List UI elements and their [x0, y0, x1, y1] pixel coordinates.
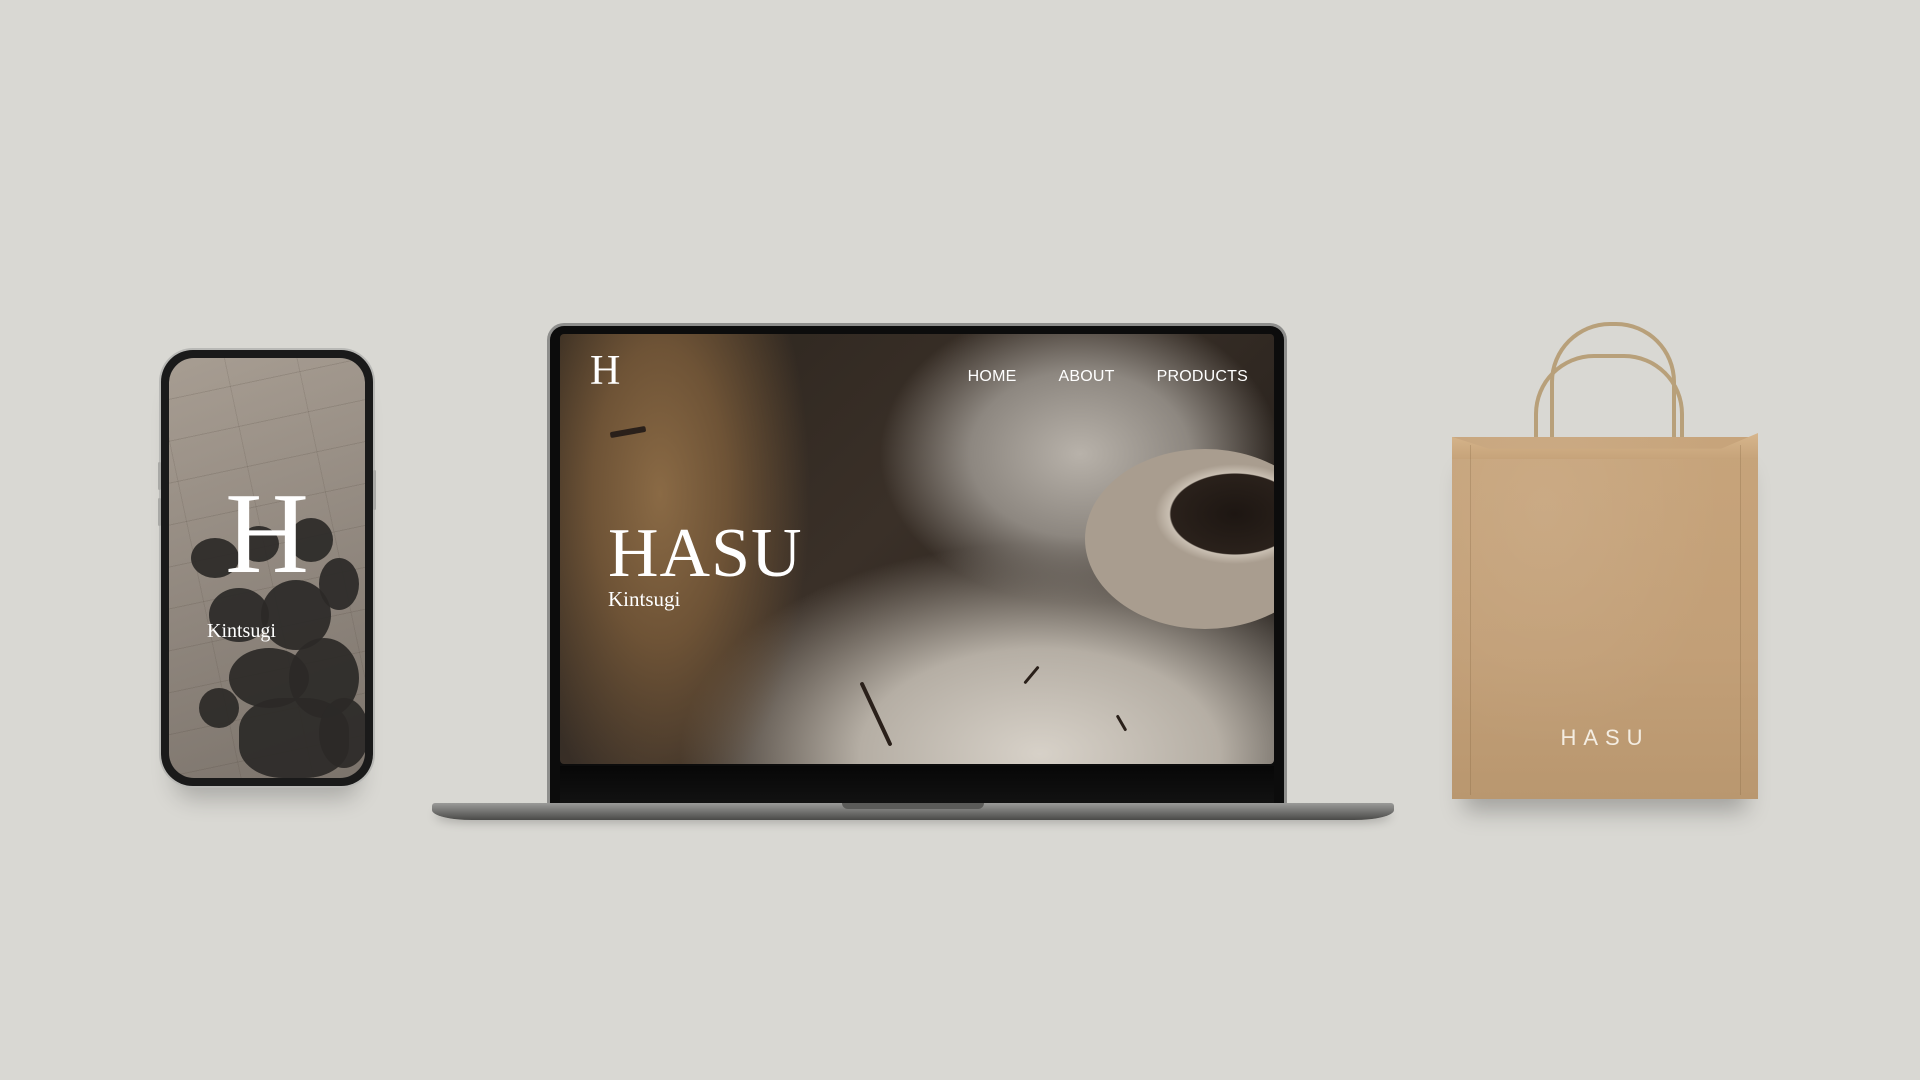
laptop-notch	[842, 803, 984, 809]
nav-products[interactable]: PRODUCTS	[1157, 368, 1248, 386]
phone-screen: H Kintsugi	[169, 358, 365, 778]
site-logo[interactable]: H	[590, 350, 620, 392]
hero-title: HASU	[608, 515, 803, 592]
phone-mockup: H Kintsugi	[161, 350, 373, 786]
nav-about[interactable]: ABOUT	[1058, 368, 1114, 386]
laptop-mockup: H HOME ABOUT PRODUCTS HASU Kintsugi	[550, 326, 1284, 806]
laptop-screen: H HOME ABOUT PRODUCTS HASU Kintsugi	[560, 334, 1274, 764]
bag-label: HASU	[1560, 725, 1650, 750]
bowl-rim	[1085, 449, 1274, 629]
nav-home[interactable]: HOME	[968, 368, 1017, 386]
laptop-bezel	[560, 766, 1274, 804]
phone-logo: H	[225, 470, 309, 598]
phone-subtitle: Kintsugi	[207, 620, 276, 642]
site-nav: HOME ABOUT PRODUCTS	[968, 368, 1248, 386]
hero-subtitle: Kintsugi	[608, 587, 681, 611]
